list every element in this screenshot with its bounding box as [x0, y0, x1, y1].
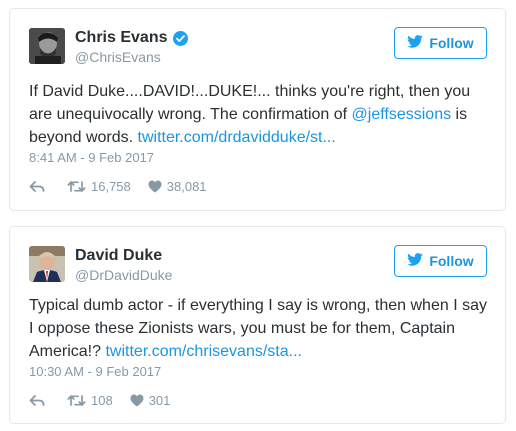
- retweet-icon: [67, 394, 86, 407]
- tweet-actions: 16,758 38,081: [29, 179, 207, 194]
- retweet-count: 16,758: [91, 179, 131, 194]
- like-count: 301: [148, 393, 171, 408]
- like-icon: [130, 394, 144, 407]
- tweet-text: If David Duke....DAVID!...DUKE!... think…: [29, 80, 487, 149]
- twitter-bird-icon: [407, 253, 424, 269]
- retweet-action[interactable]: 108: [67, 393, 113, 408]
- retweet-action[interactable]: 16,758: [67, 179, 131, 194]
- follow-button[interactable]: Follow: [394, 27, 487, 59]
- tweet-link[interactable]: twitter.com/drdavidduke/st...: [138, 129, 336, 146]
- reply-icon[interactable]: [29, 394, 45, 407]
- follow-label: Follow: [429, 35, 474, 51]
- name-row: Chris Evans: [75, 28, 189, 48]
- verified-badge-icon: [173, 30, 189, 46]
- avatar[interactable]: [29, 246, 65, 282]
- follow-label: Follow: [429, 253, 474, 269]
- handle[interactable]: @ChrisEvans: [75, 49, 161, 65]
- like-action[interactable]: 38,081: [148, 179, 207, 194]
- reply-icon[interactable]: [29, 180, 45, 193]
- handle[interactable]: @DrDavidDuke: [75, 267, 172, 283]
- retweet-icon: [67, 180, 86, 193]
- tweet-card: Chris Evans @ChrisEvans Follow If David …: [9, 8, 506, 211]
- tweet-card: David Duke @DrDavidDuke Follow Typical d…: [9, 226, 506, 424]
- mention-link[interactable]: @jeffsessions: [352, 106, 452, 123]
- display-name[interactable]: Chris Evans: [75, 28, 167, 48]
- twitter-bird-icon: [407, 35, 424, 51]
- display-name[interactable]: David Duke: [75, 246, 162, 266]
- name-row: David Duke: [75, 246, 162, 266]
- like-count: 38,081: [166, 179, 207, 194]
- tweet-link[interactable]: twitter.com/chrisevans/sta...: [105, 343, 302, 360]
- tweet-text: Typical dumb actor - if everything I say…: [29, 294, 487, 363]
- retweet-count: 108: [91, 393, 113, 408]
- like-action[interactable]: 301: [130, 393, 171, 408]
- avatar[interactable]: [29, 28, 65, 64]
- timestamp[interactable]: 8:41 AM - 9 Feb 2017: [29, 150, 154, 165]
- timestamp[interactable]: 10:30 AM - 9 Feb 2017: [29, 364, 161, 379]
- like-icon: [148, 180, 162, 193]
- follow-button[interactable]: Follow: [394, 245, 487, 277]
- tweet-actions: 108 301: [29, 393, 170, 408]
